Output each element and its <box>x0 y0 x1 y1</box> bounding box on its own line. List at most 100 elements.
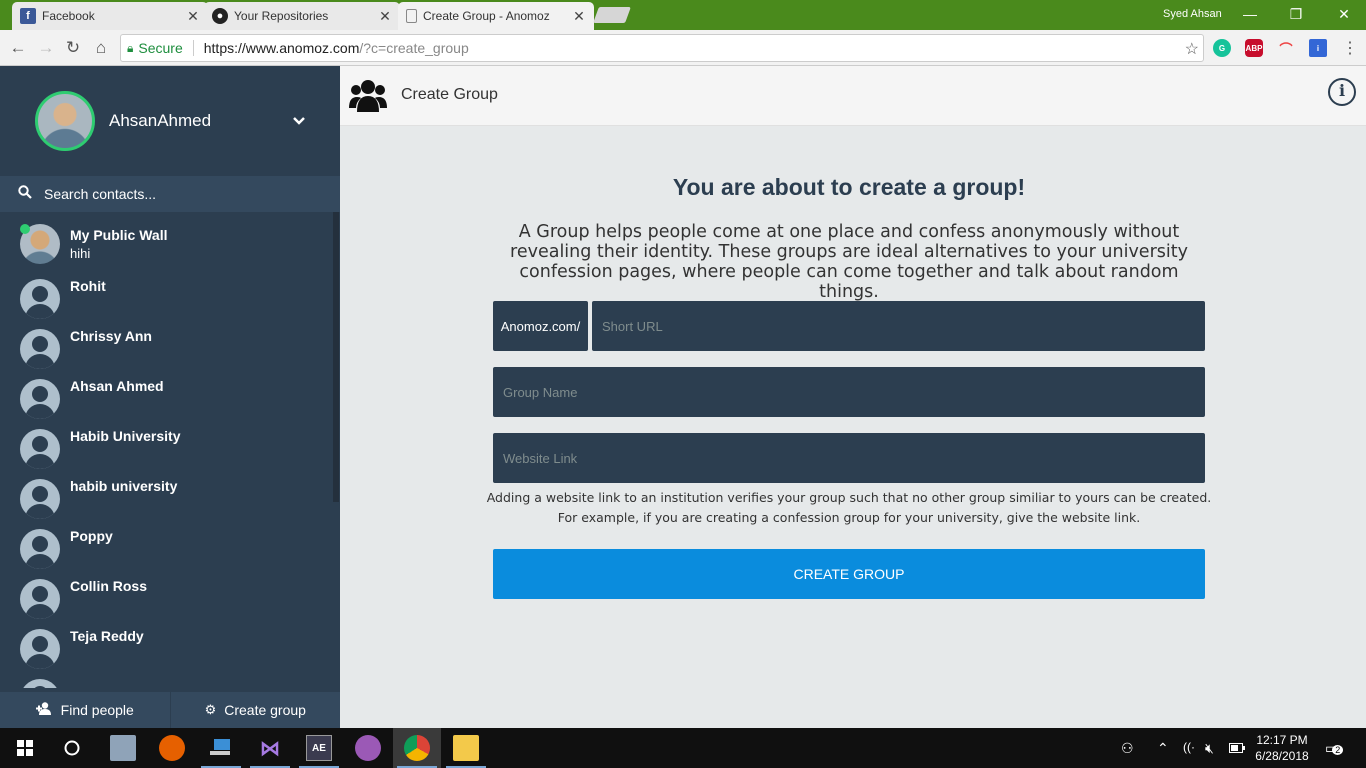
find-people-button[interactable]: Find people <box>0 692 171 728</box>
contact-name: My Public Wall <box>70 227 168 243</box>
create-group-button[interactable]: CREATE GROUP <box>493 549 1205 599</box>
website-link-placeholder: Website Link <box>503 450 578 466</box>
group-name-placeholder: Group Name <box>503 384 578 400</box>
scrollbar-thumb[interactable] <box>333 212 339 502</box>
short-url-placeholder: Short URL <box>602 318 663 334</box>
contact-name: Teja Reddy <box>70 628 144 644</box>
website-link-note: Adding a website link to an institution … <box>470 488 1228 528</box>
address-bar: ← → ↻ ⌂ 🔒︎ Secure https://www.anomoz.com… <box>0 30 1366 66</box>
search-contacts-field[interactable]: Search contacts... <box>0 176 340 212</box>
search-placeholder: Search contacts... <box>44 186 157 202</box>
new-tab-button[interactable] <box>593 7 631 23</box>
adblock-icon[interactable]: ABP <box>1245 39 1263 57</box>
url-input[interactable]: 🔒︎ Secure https://www.anomoz.com/?c=crea… <box>120 34 1204 62</box>
url-path: /?c=create_group <box>359 40 469 56</box>
form-description: A Group helps people come at one place a… <box>510 222 1188 302</box>
tab-repositories[interactable]: ● Your Repositories ✕ <box>204 2 400 30</box>
back-icon[interactable]: ← <box>8 38 28 58</box>
cortana-icon[interactable] <box>59 735 85 761</box>
url-prefix-label: Anomoz.com/ <box>493 301 588 351</box>
contact-teja-reddy[interactable]: Teja Reddy <box>0 624 340 674</box>
website-link-input[interactable]: Website Link <box>493 433 1205 483</box>
desktop-app-icon[interactable] <box>208 735 234 761</box>
tab-title: Facebook <box>42 9 95 23</box>
secure-label: Secure <box>138 40 183 56</box>
group-name-input[interactable]: Group Name <box>493 367 1205 417</box>
contact-rohit[interactable]: Rohit <box>0 274 340 324</box>
tab-create-group[interactable]: Create Group - Anomoz ✕ <box>398 2 594 30</box>
visual-studio-icon[interactable]: ⋈ <box>257 735 283 761</box>
url-host: https://www.anomoz.com <box>203 40 360 56</box>
avatar <box>20 429 60 469</box>
search-icon <box>18 185 32 203</box>
note-line-1: Adding a website link to an institution … <box>486 490 1212 505</box>
contact-habib-university-2[interactable]: habib university <box>0 474 340 524</box>
short-url-input[interactable]: Short URL <box>592 301 1205 351</box>
contact-name: habib university <box>70 478 178 494</box>
note-line-2: For example, if you are creating a confe… <box>557 510 1141 525</box>
firefox-icon[interactable] <box>159 735 185 761</box>
info-icon[interactable]: i <box>1328 78 1356 106</box>
contact-poppy[interactable]: Poppy <box>0 524 340 574</box>
forward-icon[interactable]: → <box>36 38 56 58</box>
contact-name: Chrissy Ann <box>70 328 152 344</box>
contact-my-public-wall[interactable]: My Public Wall hihi <box>0 212 340 274</box>
battery-icon[interactable] <box>1229 740 1245 756</box>
create-group-sidebar-button[interactable]: ⚙ Create group <box>171 692 341 728</box>
create-group-form: You are about to create a group! A Group… <box>340 126 1366 728</box>
chevron-up-icon[interactable]: ⌃ <box>1157 740 1169 757</box>
contact-name: Ahsan Ahmed <box>70 378 164 394</box>
bookmark-star-icon[interactable]: ☆ <box>1185 39 1199 59</box>
tab-facebook[interactable]: f Facebook ✕ <box>12 2 208 30</box>
browser-tab-bar: f Facebook ✕ ● Your Repositories ✕ Creat… <box>0 0 1366 30</box>
window-close-icon[interactable]: ✕ <box>1334 4 1354 24</box>
page-header: Create Group i <box>340 66 1366 126</box>
notification-icon[interactable]: ▭2 <box>1325 740 1344 757</box>
close-icon[interactable]: ✕ <box>186 8 200 25</box>
minimize-icon[interactable]: — <box>1240 4 1260 24</box>
notification-count: 2 <box>1332 745 1344 755</box>
avatar <box>20 479 60 519</box>
page-icon <box>406 9 417 23</box>
github-desktop-icon[interactable] <box>355 735 381 761</box>
reload-icon[interactable]: ↻ <box>63 38 83 58</box>
computer-icon[interactable] <box>110 735 136 761</box>
clock-time: 12:17 PM <box>1256 733 1308 747</box>
profile-name: AhsanAhmed <box>109 111 212 130</box>
wifi-icon[interactable]: ((· <box>1183 740 1195 754</box>
after-effects-icon[interactable]: AE <box>306 735 332 761</box>
chrome-icon[interactable] <box>404 735 430 761</box>
file-explorer-icon[interactable] <box>453 735 479 761</box>
menu-icon[interactable]: ⋮ <box>1342 38 1358 58</box>
home-icon[interactable]: ⌂ <box>91 38 111 58</box>
contact-habib-university[interactable]: Habib University <box>0 424 340 474</box>
windows-start-icon[interactable] <box>12 735 38 761</box>
volume-icon[interactable]: 🔇︎ <box>1205 740 1214 757</box>
avatar <box>20 379 60 419</box>
grammarly-icon[interactable]: G <box>1213 39 1231 57</box>
avatar <box>20 279 60 319</box>
extension-icon[interactable]: ⌒ <box>1277 39 1295 57</box>
gear-icon: ⚙ <box>204 702 217 717</box>
close-icon[interactable]: ✕ <box>572 8 586 25</box>
profile-header[interactable]: AhsanAhmed <box>0 66 340 176</box>
extension-icon[interactable]: i <box>1309 39 1327 57</box>
contact-chrissy-ann[interactable]: Chrissy Ann <box>0 324 340 374</box>
contact-ahsan-ahmed[interactable]: Ahsan Ahmed <box>0 374 340 424</box>
contact-name: Habib University <box>70 428 181 444</box>
scrollbar[interactable] <box>332 212 340 688</box>
sidebar-footer: Find people ⚙ Create group <box>0 692 340 728</box>
system-clock[interactable]: 12:17 PM 6/28/2018 <box>1250 732 1314 764</box>
lock-icon: 🔒︎ <box>127 40 134 55</box>
avatar <box>20 579 60 619</box>
restore-icon[interactable]: ❐ <box>1286 4 1306 24</box>
group-icon <box>349 80 387 112</box>
people-icon[interactable]: ⚇ <box>1121 740 1134 757</box>
contact-partial[interactable] <box>0 674 340 688</box>
chevron-down-icon[interactable] <box>292 113 306 129</box>
avatar <box>35 91 95 151</box>
close-icon[interactable]: ✕ <box>378 8 392 25</box>
contact-status: hihi <box>70 246 91 261</box>
contact-collin-ross[interactable]: Collin Ross <box>0 574 340 624</box>
page-title: Create Group <box>401 86 498 103</box>
